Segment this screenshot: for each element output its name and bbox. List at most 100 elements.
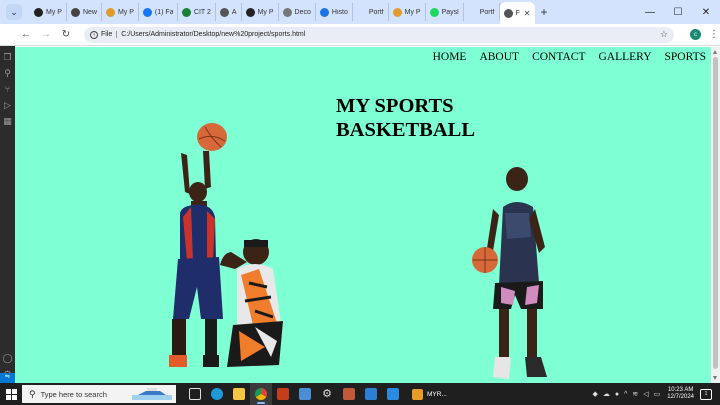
wifi-icon[interactable]: ≋ (632, 390, 638, 398)
files-icon[interactable]: ❐ (3, 53, 11, 62)
taskbar-app-label: MYR... (427, 390, 447, 398)
maximize-button[interactable]: ☐ (664, 0, 692, 24)
browser-tab-label: My P (257, 8, 274, 16)
profile-avatar[interactable]: c (690, 29, 701, 40)
reload-icon: ↻ (61, 29, 71, 40)
browser-tab[interactable]: My P (389, 3, 426, 21)
nav-contact-link[interactable]: CONTACT (532, 51, 585, 63)
nav-home-link[interactable]: HOME (433, 51, 467, 63)
account-icon[interactable]: ◯ (2, 354, 12, 363)
nav-about-link[interactable]: ABOUT (479, 51, 519, 63)
url-text[interactable]: C:/Users/Administrator/Desktop/new%20pro… (121, 31, 305, 38)
reload-button[interactable]: ↻ (56, 25, 76, 45)
web-icon (219, 7, 229, 17)
web-icon (105, 7, 115, 17)
browser-tab-label: My P (404, 8, 421, 16)
powerpoint-icon[interactable] (272, 383, 294, 405)
browser-tab[interactable]: New (67, 3, 102, 21)
browser-tab[interactable]: A (216, 3, 242, 21)
taskbar-search-box[interactable]: ⚲ Type here to search (22, 385, 176, 403)
browser-tab[interactable]: CIT 2 (178, 3, 216, 21)
player-standing-image (472, 167, 547, 379)
scrollbar-thumb[interactable] (713, 57, 718, 369)
browser-tab-label: My P (46, 8, 62, 16)
vscode-icon[interactable] (382, 383, 404, 405)
minimize-button[interactable]: — (636, 0, 664, 24)
forward-button[interactable]: → (36, 25, 56, 45)
file-explorer-icon[interactable] (228, 383, 250, 405)
start-button[interactable] (0, 383, 22, 405)
pinned-apps: ⚙ (184, 383, 404, 405)
browser-tab[interactable]: Portf (353, 3, 389, 21)
site-nav: HOME ABOUT CONTACT GALLERY SPORTS (433, 51, 706, 63)
browser-tab-label: Paysl (441, 8, 459, 16)
search-icon[interactable]: ⚲ (4, 69, 11, 78)
tab-list: My P New My P (1) Fa CIT 2 A My P Deco Histo Port… (30, 0, 535, 24)
clock-date: 12/7/2024 (667, 394, 694, 400)
dropbox-icon[interactable]: ◆ (592, 390, 597, 398)
app-folder-icon (412, 388, 423, 400)
app-grid-icon[interactable] (338, 383, 360, 405)
scroll-up-arrow-icon[interactable] (713, 50, 717, 54)
nav-gallery-link[interactable]: GALLERY (598, 51, 651, 63)
app-tray-icon[interactable]: ● (615, 391, 619, 398)
browser-tab-label: A (231, 8, 237, 16)
photos-icon[interactable] (294, 383, 316, 405)
extensions-icon[interactable]: ▦ (3, 117, 12, 126)
browser-tab-label: CIT 2 (193, 8, 211, 16)
browser-tab[interactable]: My P (102, 3, 139, 21)
scroll-down-arrow-icon[interactable] (713, 376, 717, 380)
bookmark-star-icon[interactable]: ☆ (660, 29, 668, 40)
chevron-down-icon: ⌄ (10, 6, 18, 17)
taskbar-clock[interactable]: 10:23 AM 12/7/2024 (667, 387, 694, 401)
browser-tab-label: New (82, 8, 97, 16)
system-tray: ◆ ☁ ● ^ ≋ ◁ ▭ 10:23 AM 12/7/2024 1 (592, 383, 720, 405)
source-control-icon[interactable]: ⑂ (5, 85, 10, 94)
search-icon: ⚲ (29, 388, 36, 399)
cloud-icon[interactable]: ☁ (603, 390, 610, 398)
remote-status-indicator[interactable]: ⇋ (0, 373, 15, 383)
browser-tab[interactable]: My P (30, 3, 67, 21)
browser-tab[interactable]: Deco (279, 3, 316, 21)
web-icon (245, 7, 255, 17)
more-menu-icon[interactable]: ⋮ (709, 29, 719, 40)
windows-taskbar: ⚲ Type here to search ⚙ MYR... ◆ ☁ ● ^ ≋… (0, 383, 720, 405)
browser-tab-label: F (515, 9, 520, 17)
chevron-up-icon[interactable]: ^ (624, 391, 627, 398)
edge-icon[interactable] (206, 383, 228, 405)
close-tab-icon[interactable]: ✕ (524, 9, 531, 18)
run-icon[interactable]: ▷ (4, 101, 11, 110)
browser-tab[interactable]: Histo (316, 3, 353, 21)
battery-icon[interactable]: ▭ (654, 390, 661, 398)
web-icon (70, 7, 80, 17)
settings-icon[interactable]: ⚙ (316, 383, 338, 405)
info-icon[interactable]: i (90, 30, 98, 39)
nav-sports-link[interactable]: SPORTS (665, 51, 707, 63)
web-icon (282, 7, 292, 17)
browser-tab[interactable]: Portf (464, 3, 500, 21)
player-jumping-image (169, 123, 227, 367)
search-highlight-icon (132, 388, 172, 400)
tab-search-button[interactable]: ⌄ (6, 4, 22, 20)
browser-tab-label: Deco (294, 8, 311, 16)
volume-icon[interactable]: ◁ (643, 390, 648, 398)
paint-icon[interactable] (360, 383, 382, 405)
back-button[interactable]: ← (16, 25, 36, 45)
browser-tab[interactable]: My P (242, 3, 279, 21)
notification-center-icon[interactable]: 1 (700, 388, 712, 400)
taskbar-running-app[interactable]: MYR... (408, 383, 451, 405)
address-bar[interactable]: i File C:/Users/Administrator/Desktop/ne… (84, 26, 674, 43)
browser-tab[interactable]: Paysl (426, 3, 464, 21)
browser-tab[interactable]: (1) Fa (139, 3, 178, 21)
windows-logo-icon (5, 388, 17, 400)
page-scrollbar[interactable] (711, 47, 720, 383)
web-icon (34, 7, 43, 17)
new-tab-button[interactable]: + (541, 5, 548, 19)
web-icon (503, 8, 513, 18)
headline-line-1: MY SPORTS (336, 95, 454, 117)
browser-tab[interactable]: F ✕ (499, 2, 535, 24)
task-view-icon[interactable] (184, 383, 206, 405)
close-window-button[interactable]: ✕ (692, 0, 720, 24)
chrome-icon[interactable] (250, 383, 272, 405)
browser-tab-strip: ⌄ My P New My P (1) Fa CIT 2 A My P Deco Histo Po… (0, 0, 720, 24)
